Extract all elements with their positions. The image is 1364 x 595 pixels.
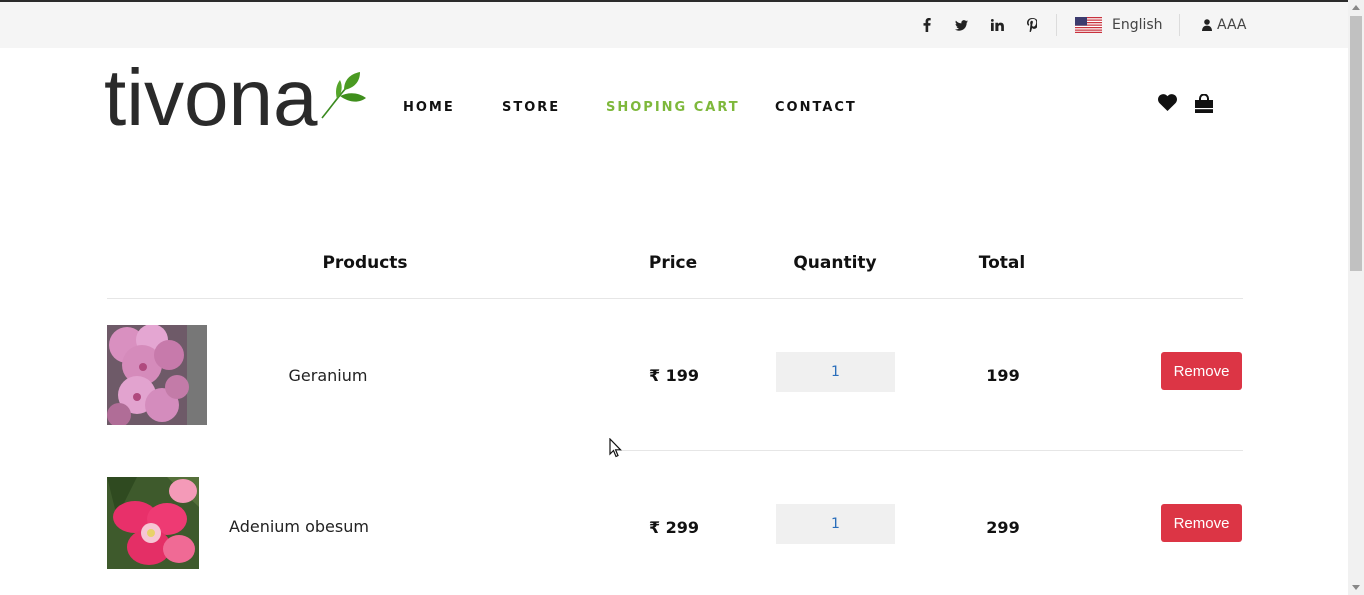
remove-button[interactable]: Remove — [1161, 504, 1242, 542]
product-image-adenium-obesum[interactable] — [107, 477, 199, 569]
facebook-icon[interactable] — [917, 2, 937, 48]
heart-icon[interactable] — [1158, 94, 1177, 115]
remove-button[interactable]: Remove — [1161, 352, 1242, 390]
user-name: AAA — [1217, 17, 1247, 33]
nav-home[interactable]: HOME — [403, 100, 455, 115]
scroll-up-arrow-icon[interactable] — [1352, 5, 1360, 10]
leaf-icon — [321, 72, 366, 119]
column-header-quantity: Quantity — [793, 253, 877, 273]
user-icon — [1202, 19, 1212, 31]
nav-contact[interactable]: CONTACT — [775, 100, 857, 115]
row-total: 299 — [986, 518, 1020, 537]
quantity-input[interactable] — [776, 352, 895, 392]
product-name[interactable]: Geranium — [289, 366, 368, 385]
linkedin-icon[interactable] — [987, 2, 1007, 48]
product-price: ₹ 299 — [648, 518, 700, 537]
scroll-down-arrow-icon[interactable] — [1352, 585, 1360, 590]
language-selector[interactable]: English — [1075, 2, 1163, 48]
shopping-bag-icon[interactable] — [1195, 93, 1213, 117]
language-label: English — [1112, 17, 1163, 33]
mouse-cursor-icon — [609, 438, 622, 458]
column-header-total: Total — [978, 253, 1026, 273]
product-price: ₹ 199 — [648, 366, 700, 385]
top-bar: English AAA — [0, 2, 1348, 48]
table-divider — [107, 298, 1243, 299]
vertical-scrollbar[interactable] — [1348, 0, 1364, 595]
topbar-divider — [1056, 14, 1057, 36]
row-divider — [620, 450, 1243, 451]
twitter-icon[interactable] — [951, 2, 971, 48]
user-account-link[interactable]: AAA — [1202, 2, 1247, 48]
quantity-input[interactable] — [776, 504, 895, 544]
row-total: 199 — [986, 366, 1020, 385]
us-flag-icon — [1075, 17, 1102, 33]
column-header-products: Products — [322, 253, 408, 273]
scrollbar-thumb[interactable] — [1350, 16, 1362, 271]
nav-shopping-cart[interactable]: SHOPING CART — [606, 100, 740, 115]
site-logo[interactable]: tivona — [104, 56, 366, 140]
nav-store[interactable]: STORE — [502, 100, 560, 115]
pinterest-icon[interactable] — [1022, 2, 1042, 48]
column-header-price: Price — [648, 253, 698, 273]
product-name[interactable]: Adenium obesum — [229, 517, 369, 536]
product-image-geranium[interactable] — [107, 325, 207, 425]
topbar-divider — [1179, 14, 1180, 36]
logo-text: tivona — [104, 53, 318, 142]
